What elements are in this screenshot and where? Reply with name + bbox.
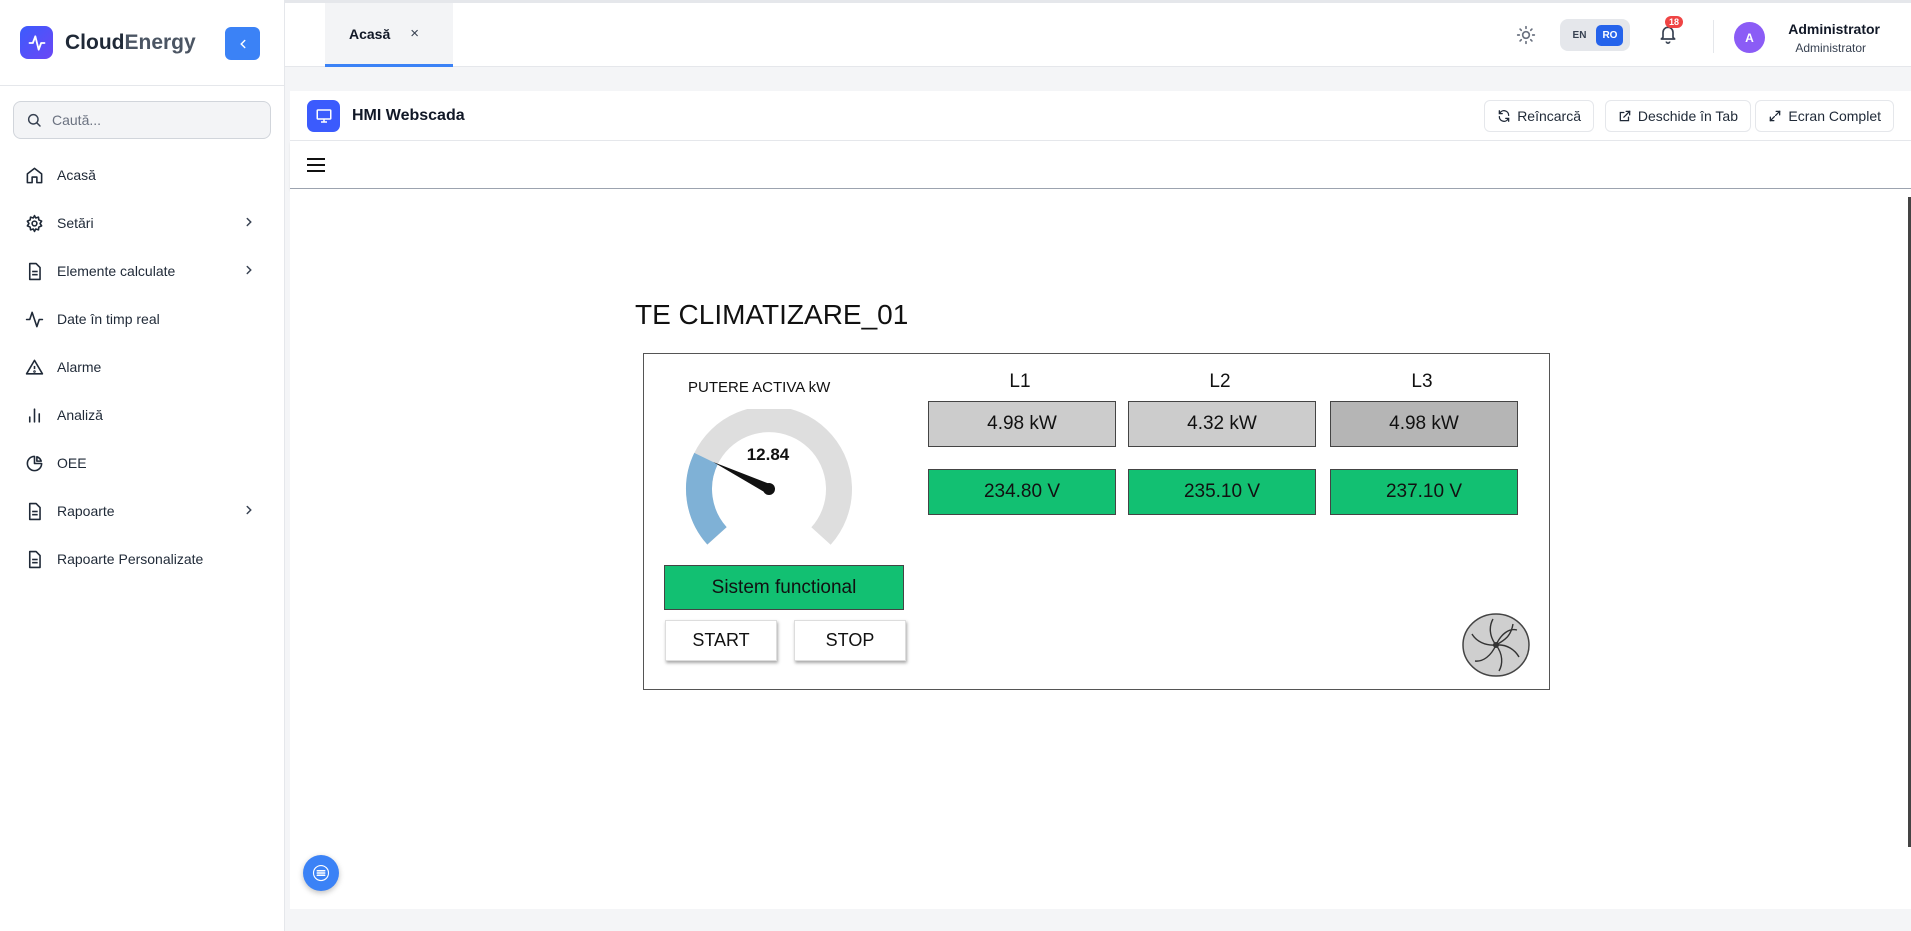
- header-divider: [1713, 20, 1714, 53]
- top-bar: Acasă × EN RO 18 A Administrator Adminis…: [285, 0, 1911, 67]
- monitor-icon: [307, 99, 340, 132]
- brand-logo-icon: [20, 26, 53, 59]
- fullscreen-button[interactable]: Ecran Complet: [1755, 100, 1894, 132]
- power-gauge: 12.84: [686, 409, 852, 545]
- panel-title: HMI Webscada: [352, 106, 465, 124]
- notification-count-badge: 18: [1664, 16, 1683, 28]
- chevron-right-icon: [246, 505, 252, 515]
- home-icon: [24, 165, 44, 185]
- sidebar-item-rapoarte-personalizate[interactable]: Rapoarte Personalizate: [0, 535, 284, 583]
- hmi-toolbar: [290, 141, 1911, 189]
- brand-name: CloudEnergy: [65, 31, 196, 55]
- sidebar-nav: Acasă Setări Elemente calculate Date în …: [0, 151, 284, 583]
- activity-icon: [24, 309, 44, 329]
- open-in-tab-button[interactable]: Deschide în Tab: [1604, 100, 1751, 132]
- menu-lines-icon: [312, 864, 330, 882]
- phase-label-l2: L2: [1209, 371, 1231, 392]
- sidebar-item-label: Alarme: [57, 359, 102, 375]
- chevron-right-icon: [246, 217, 252, 227]
- sidebar-item-rapoarte[interactable]: Rapoarte: [0, 487, 284, 535]
- sidebar-item-label: Setări: [57, 215, 94, 231]
- brand: CloudEnergy: [0, 0, 284, 86]
- phase-label-l1: L1: [1009, 371, 1031, 392]
- lang-ro-button[interactable]: RO: [1596, 24, 1624, 46]
- fullscreen-label: Ecran Complet: [1788, 108, 1881, 124]
- brand-name-part1: Cloud: [65, 30, 125, 54]
- document-icon: [24, 261, 44, 281]
- gear-icon: [24, 213, 44, 233]
- reload-label: Reîncarcă: [1517, 108, 1581, 124]
- chevron-right-icon: [246, 265, 252, 275]
- external-link-icon: [1619, 110, 1631, 122]
- fan-icon: [1462, 613, 1530, 677]
- power-l2: 4.32 kW: [1128, 401, 1316, 447]
- sidebar-item-label: OEE: [57, 455, 87, 471]
- pie-chart-icon: [24, 453, 44, 473]
- warning-icon: [24, 357, 44, 377]
- tab-acasa[interactable]: Acasă ×: [325, 3, 453, 67]
- search-icon: [27, 113, 41, 127]
- gauge-needle: [713, 462, 772, 494]
- brand-name-part2: Energy: [124, 30, 196, 54]
- gauge-fill: [686, 452, 728, 545]
- expand-icon: [1770, 110, 1781, 122]
- theme-toggle-button[interactable]: [1516, 25, 1536, 50]
- sidebar-item-label: Rapoarte Personalizate: [57, 551, 204, 567]
- sidebar-item-label: Elemente calculate: [57, 263, 176, 279]
- lang-en-button[interactable]: EN: [1567, 25, 1593, 46]
- sidebar-item-oee[interactable]: OEE: [0, 439, 284, 487]
- avatar[interactable]: A: [1734, 22, 1765, 53]
- stop-button[interactable]: STOP: [794, 620, 906, 661]
- search-input[interactable]: [52, 112, 252, 128]
- start-button[interactable]: START: [665, 620, 777, 661]
- sidebar-item-setari[interactable]: Setări: [0, 199, 284, 247]
- system-status: Sistem functional: [664, 565, 904, 610]
- gauge-hub: [763, 483, 775, 495]
- chevron-left-icon: [239, 39, 245, 48]
- scada-title: TE CLIMATIZARE_01: [635, 299, 909, 330]
- floating-menu-button[interactable]: [303, 855, 339, 891]
- panel-header: HMI Webscada Reîncarcă Deschide în Tab E…: [290, 91, 1911, 141]
- power-l3: 4.98 kW: [1330, 401, 1518, 447]
- power-l1: 4.98 kW: [928, 401, 1116, 447]
- reload-button[interactable]: Reîncarcă: [1484, 100, 1594, 132]
- search-box[interactable]: [13, 101, 271, 139]
- user-name[interactable]: Administrator: [1788, 21, 1880, 37]
- language-switcher: EN RO: [1560, 19, 1630, 51]
- sidebar-item-analiza[interactable]: Analiză: [0, 391, 284, 439]
- gauge-value: 12.84: [747, 445, 790, 464]
- document-icon: [24, 549, 44, 569]
- sidebar-item-label: Date în timp real: [57, 311, 160, 327]
- hmi-panel: HMI Webscada Reîncarcă Deschide în Tab E…: [290, 91, 1911, 909]
- open-in-tab-label: Deschide în Tab: [1637, 108, 1738, 124]
- scada-box: PUTERE ACTIVA kW 12.84 L1 L2 L3 4.98 kW …: [643, 353, 1550, 690]
- refresh-icon: [1498, 110, 1510, 122]
- sidebar: CloudEnergy Acasă Setări Elemente calcul…: [0, 0, 285, 931]
- sidebar-item-alarme[interactable]: Alarme: [0, 343, 284, 391]
- hamburger-menu-icon[interactable]: [306, 157, 326, 173]
- sidebar-item-label: Rapoarte: [57, 503, 115, 519]
- sidebar-item-date-timp-real[interactable]: Date în timp real: [0, 295, 284, 343]
- gauge-label: PUTERE ACTIVA kW: [688, 379, 831, 396]
- sun-icon: [1516, 25, 1536, 45]
- document-icon: [24, 501, 44, 521]
- voltage-l1: 234.80 V: [928, 469, 1116, 515]
- tab-label: Acasă: [349, 25, 391, 42]
- voltage-l2: 235.10 V: [1128, 469, 1316, 515]
- sidebar-item-acasa[interactable]: Acasă: [0, 151, 284, 199]
- sidebar-item-label: Analiză: [57, 407, 103, 423]
- voltage-l3: 237.10 V: [1330, 469, 1518, 515]
- phase-label-l3: L3: [1411, 371, 1433, 392]
- scada-canvas: TE CLIMATIZARE_01 PUTERE ACTIVA kW 12.84…: [290, 189, 1911, 909]
- close-icon[interactable]: ×: [410, 25, 419, 42]
- collapse-sidebar-button[interactable]: [225, 27, 260, 60]
- sidebar-item-label: Acasă: [57, 167, 96, 183]
- bar-chart-icon: [24, 405, 44, 425]
- user-role: Administrator: [1795, 41, 1866, 55]
- sidebar-item-elemente-calculate[interactable]: Elemente calculate: [0, 247, 284, 295]
